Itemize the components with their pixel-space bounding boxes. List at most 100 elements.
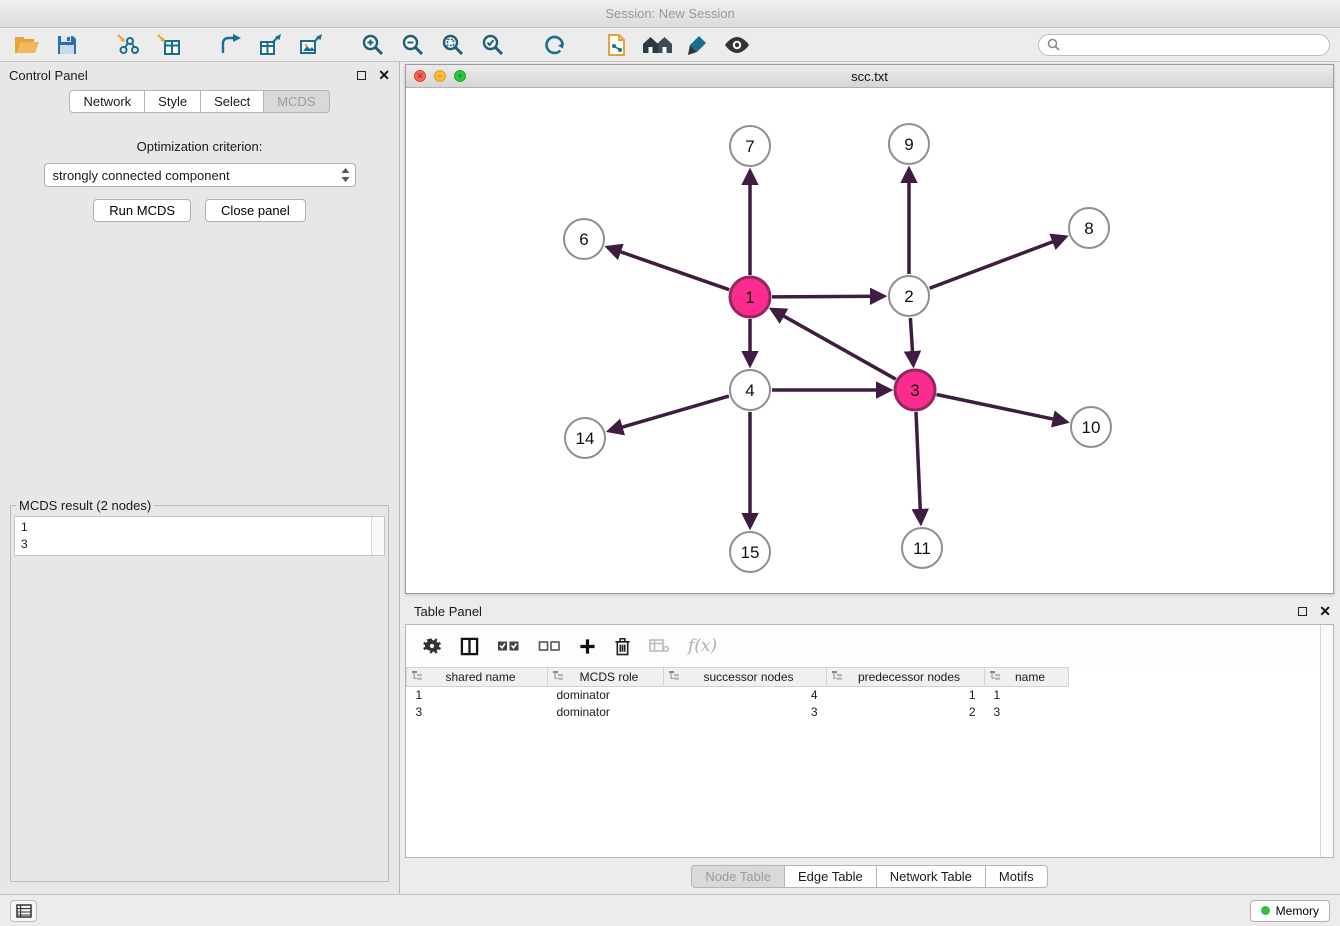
show-graphics-details-button[interactable] [720, 30, 754, 60]
run-mcds-button[interactable]: Run MCDS [93, 199, 191, 222]
criterion-dropdown[interactable]: strongly connected component [44, 163, 356, 187]
mcds-result-line: 3 [21, 536, 365, 553]
close-panel-button[interactable]: Close panel [205, 199, 306, 222]
table-scrollbar[interactable] [1320, 625, 1333, 857]
zoom-out-button[interactable] [396, 30, 430, 60]
select-all-button[interactable] [497, 638, 520, 654]
cell-predecessor-nodes[interactable]: 2 [827, 704, 985, 721]
minimize-window-icon[interactable]: − [434, 70, 446, 82]
table-row[interactable]: 3dominator323 [407, 704, 1069, 721]
status-bar: Memory [0, 894, 1340, 926]
tab-mcds[interactable]: MCDS [263, 90, 329, 113]
edge-3-11[interactable] [916, 412, 921, 522]
edge-1-2[interactable] [772, 296, 883, 297]
cell-shared-name[interactable]: 3 [407, 704, 548, 721]
table-tab-motifs[interactable]: Motifs [985, 865, 1048, 888]
close-table-panel-icon[interactable]: ✕ [1319, 604, 1331, 618]
cell-shared-name[interactable]: 1 [407, 687, 548, 704]
style-brush-button[interactable] [680, 30, 714, 60]
maximize-window-icon[interactable]: + [454, 70, 466, 82]
session-document-button[interactable] [600, 30, 634, 60]
import-network-icon [117, 34, 141, 56]
node-table: shared nameMCDS rolesuccessor nodesprede… [406, 667, 1069, 721]
cell-MCDS-role[interactable]: dominator [548, 704, 664, 721]
column-header-MCDS-role[interactable]: MCDS role [548, 668, 664, 687]
export-network-button[interactable] [214, 30, 248, 60]
zoom-fit-icon [441, 33, 465, 57]
task-history-button[interactable] [10, 900, 37, 922]
zoom-out-icon [401, 33, 425, 57]
table-settings-button[interactable] [422, 636, 442, 656]
network-graph-svg[interactable]: 1234678910111415 [406, 88, 1328, 592]
network-window-titlebar[interactable]: ✕ − + scc.txt [406, 65, 1333, 88]
table-tab-network-table[interactable]: Network Table [876, 865, 986, 888]
memory-button[interactable]: Memory [1250, 900, 1330, 922]
table-tab-node-table[interactable]: Node Table [691, 865, 785, 888]
delete-table-button-disabled[interactable] [649, 638, 670, 654]
refresh-icon [543, 34, 567, 56]
tab-network[interactable]: Network [69, 90, 145, 113]
add-column-button[interactable] [579, 638, 596, 655]
edge-3-10[interactable] [937, 395, 1066, 422]
result-scrollbar[interactable] [371, 517, 384, 555]
deselect-all-button[interactable] [538, 638, 561, 654]
column-header-successor-nodes[interactable]: successor nodes [664, 668, 827, 687]
search-field[interactable] [1038, 34, 1330, 56]
cell-predecessor-nodes[interactable]: 1 [827, 687, 985, 704]
zoom-selected-button[interactable] [476, 30, 510, 60]
zoom-fit-button[interactable] [436, 30, 470, 60]
table-tab-edge-table[interactable]: Edge Table [784, 865, 877, 888]
network-canvas[interactable]: 1234678910111415 [406, 88, 1333, 593]
column-header-name[interactable]: name [985, 668, 1069, 687]
home-panels-button[interactable] [640, 30, 674, 60]
cell-successor-nodes[interactable]: 4 [664, 687, 827, 704]
gear-icon [422, 636, 442, 656]
eye-icon [724, 36, 750, 54]
zoom-in-button[interactable] [356, 30, 390, 60]
export-table-button[interactable] [254, 30, 288, 60]
edge-3-1[interactable] [773, 310, 896, 379]
close-window-icon[interactable]: ✕ [414, 70, 426, 82]
mcds-result-box: 13 [14, 516, 385, 556]
save-session-button[interactable] [50, 30, 84, 60]
edge-2-3[interactable] [910, 318, 913, 364]
float-table-panel-icon[interactable] [1298, 607, 1307, 616]
memory-label: Memory [1276, 904, 1319, 918]
import-table-button[interactable] [152, 30, 186, 60]
float-panel-icon[interactable] [357, 71, 366, 80]
node-label-3: 3 [910, 381, 919, 400]
window-titlebar[interactable]: Session: New Session [0, 0, 1340, 28]
edge-2-8[interactable] [930, 237, 1065, 288]
edge-4-14[interactable] [610, 396, 729, 431]
refresh-view-button[interactable] [538, 30, 572, 60]
criterion-dropdown-value: strongly connected component [53, 168, 230, 183]
mcds-panel: Optimization criterion: strongly connect… [0, 121, 399, 894]
network-window: ✕ − + scc.txt 1234678910111415 [405, 64, 1334, 594]
cell-successor-nodes[interactable]: 3 [664, 704, 827, 721]
cell-name[interactable]: 1 [985, 687, 1069, 704]
delete-column-button[interactable] [614, 637, 631, 656]
tab-style[interactable]: Style [144, 90, 201, 113]
cell-MCDS-role[interactable]: dominator [548, 687, 664, 704]
show-columns-button[interactable] [460, 637, 479, 656]
function-builder-button[interactable]: f(x) [688, 636, 717, 656]
table-row[interactable]: 1dominator411 [407, 687, 1069, 704]
control-panel-tabs: NetworkStyleSelectMCDS [0, 88, 399, 121]
search-input[interactable] [1065, 38, 1321, 52]
tab-select[interactable]: Select [200, 90, 264, 113]
optimization-criterion-label: Optimization criterion: [10, 139, 389, 154]
node-label-10: 10 [1082, 418, 1101, 437]
import-network-button[interactable] [112, 30, 146, 60]
cell-name[interactable]: 3 [985, 704, 1069, 721]
column-header-shared-name[interactable]: shared name [407, 668, 548, 687]
export-image-button[interactable] [294, 30, 328, 60]
node-label-7: 7 [745, 137, 754, 156]
export-image-icon [299, 34, 323, 56]
column-header-predecessor-nodes[interactable]: predecessor nodes [827, 668, 985, 687]
close-panel-icon[interactable]: ✕ [378, 68, 390, 82]
open-file-button[interactable] [10, 30, 44, 60]
control-panel-title: Control Panel [9, 68, 88, 83]
document-network-icon [606, 33, 628, 57]
edge-1-6[interactable] [609, 248, 730, 290]
app-window: Session: New Session [0, 0, 1340, 926]
